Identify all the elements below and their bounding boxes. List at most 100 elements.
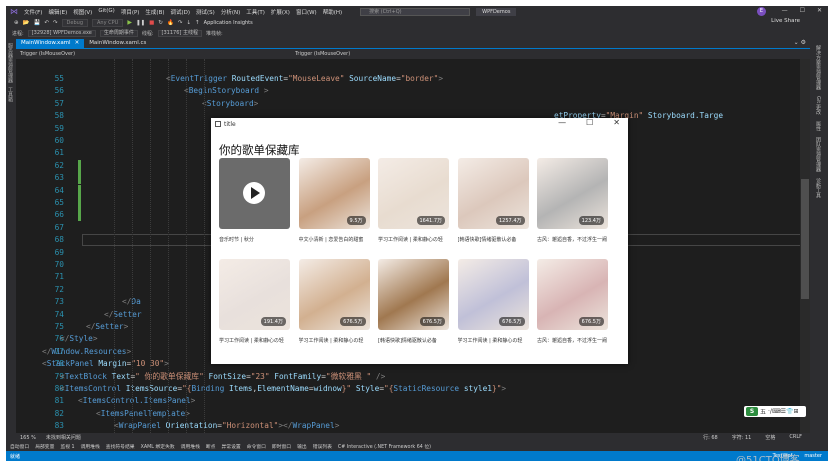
menu-item[interactable]: 帮助(H) [323,8,342,16]
properties-tab[interactable]: 属性 [815,121,822,131]
continue-icon[interactable]: ▶ [127,19,132,26]
branch-name[interactable]: master [804,453,822,459]
lifecycle-events-select[interactable]: 生命周期事件 [99,29,138,37]
maximize-icon[interactable]: ☐ [586,118,593,127]
playlist-cover[interactable]: 9.5万 [298,158,370,229]
playlist-cover[interactable]: 123.4万 [537,158,608,229]
bottom-tab[interactable]: 自动窗口 [10,443,29,450]
toolbox-tab[interactable]: 工具箱 [7,87,14,102]
ime-mode[interactable]: 五 [760,407,766,416]
scrollbar-thumb[interactable] [801,179,809,299]
save-icon[interactable]: 💾 [33,20,40,26]
live-share-button[interactable]: Live Share [771,18,800,24]
vertical-scrollbar[interactable] [800,59,810,433]
menu-item[interactable]: 扩展(X) [271,8,290,16]
zoom-level[interactable]: 165 % [20,435,36,441]
playlist-cover[interactable]: 1257.4万 [457,158,529,229]
bottom-tab[interactable]: 断点 [206,443,216,450]
server-explorer-tab[interactable]: 服务器资源管理器 [7,43,14,83]
config-select[interactable]: Debug [61,18,88,27]
hot-reload-icon[interactable]: 🔥 [167,20,174,26]
playlist-card[interactable]: 676.5万 [韩语快歌]情绪驱散认必备 [378,259,449,344]
step-over-icon[interactable]: ↷ [178,20,183,26]
menu-item[interactable]: 文件(F) [24,8,42,16]
git-changes-tab[interactable]: Git 更改 [815,96,822,115]
playlist-card[interactable]: 191.4万 学习工作阅读 | 柔和静心の轻 [219,259,290,344]
ime-tools[interactable]: ·/⌨☰👕⊞ [768,408,798,415]
solution-explorer-tab[interactable]: 解决方案资源管理器 [815,45,822,90]
stop-icon[interactable]: ■ [149,20,154,26]
menu-item[interactable]: 调试(D) [171,8,191,16]
playlist-card[interactable]: 676.5万 学习工作阅读 | 柔和静心の轻 [298,259,370,344]
tab-mainwindow-xaml-cs[interactable]: MainWindow.xaml.cs [84,39,151,48]
step-into-icon[interactable]: ↓ [186,20,191,26]
maximize-icon[interactable]: ☐ [800,7,805,14]
playlist-card[interactable]: 676.5万 学习工作阅读 | 柔和静心の轻 [457,259,529,344]
platform-select[interactable]: Any CPU [92,18,124,27]
menu-item[interactable]: 分析(N) [221,8,240,16]
thread-select[interactable]: [31176] 主线程 [157,29,202,37]
undo-icon[interactable]: ↶ [44,20,49,26]
menu-item[interactable]: Git(G) [98,8,115,16]
playlist-card[interactable]: 1641.7万 学习工作阅读 | 柔和静心の轻 [378,158,449,243]
playlist-card[interactable]: 音乐时节 | 秋分 [219,158,290,243]
avatar[interactable]: E [757,7,766,16]
playlist-cover[interactable]: 676.5万 [537,259,608,330]
menu-item[interactable]: 测试(S) [196,8,215,16]
bottom-tab[interactable]: XAML 绑定失败 [141,443,175,450]
menu-item[interactable]: 视图(V) [73,8,92,16]
bottom-tab[interactable]: 命令窗口 [247,443,266,450]
playlist-card[interactable]: 123.4万 古风：邂逅自香，不过浮生一阙 [537,158,608,243]
nav-scope-right[interactable]: Trigger (IsMouseOver) [295,51,350,57]
playlist-cover[interactable]: 676.5万 [298,259,370,330]
bottom-tab[interactable]: 输出 [297,443,307,450]
play-icon[interactable] [243,182,265,204]
playlist-cover[interactable]: 676.5万 [378,259,449,330]
visual-studio-logo-icon: ⋈ [10,6,18,16]
menu-item[interactable]: 工具(T) [246,8,265,16]
application-insights-button[interactable]: Application Insights [204,20,253,26]
bottom-tab[interactable]: 监视 1 [60,443,74,450]
bottom-tab[interactable]: 查找符号结果 [106,443,135,450]
nav-scope-left[interactable]: Trigger (IsMouseOver) [20,51,75,57]
playlist-cover[interactable]: 676.5万 [457,259,529,330]
diagnostic-tools-tab[interactable]: 诊断工具 [815,178,822,198]
bottom-tab[interactable]: 错误列表 [313,443,332,450]
new-project-icon[interactable]: ⊕ [14,20,19,26]
bottom-tab[interactable]: C# Interactive (.NET Framework 64 位) [338,443,431,450]
bottom-tab[interactable]: 调用堆栈 [181,443,200,450]
restart-icon[interactable]: ↻ [158,20,163,26]
menu-item[interactable]: 窗口(W) [296,8,317,16]
issues-indicator[interactable]: 未找到相关问题 [46,434,81,441]
playlist-card[interactable]: 1257.4万 [韩语快歌]情绪驱散认必备 [457,158,529,243]
bottom-tab[interactable]: 即时窗口 [272,443,291,450]
tab-mainwindow-xaml[interactable]: MainWindow.xaml ✕ [16,39,85,48]
ime-toolbar[interactable]: S 五 ·/⌨☰👕⊞ [744,406,806,417]
bottom-tab[interactable]: 局部变量 [35,443,54,450]
team-explorer-tab[interactable]: 团队资源管理器 [815,137,822,172]
close-icon[interactable]: ✕ [817,7,822,14]
redo-icon[interactable]: ↷ [53,20,58,26]
playlist-cover[interactable]: 191.4万 [219,259,290,330]
bottom-tab[interactable]: 异常设置 [221,443,240,450]
line-ending[interactable]: CRLF [789,434,802,441]
minimize-icon[interactable]: — [558,118,566,127]
menu-item[interactable]: 生成(B) [145,8,164,16]
menu-item[interactable]: 编辑(E) [48,8,67,16]
bottom-tab[interactable]: 调用堆栈 [81,443,100,450]
pause-icon[interactable]: ❚❚ [136,20,145,26]
playlist-cover[interactable]: 1641.7万 [378,158,449,229]
minimize-icon[interactable]: — [782,7,788,14]
process-select[interactable]: [32928] WPFDemos.exe [27,29,96,37]
play-count-badge: 9.5万 [346,216,366,225]
playlist-card[interactable]: 9.5万 中文小清新 | 恋爱告白的甜蜜 [298,158,370,243]
tab-overflow-icon[interactable]: ⌄ ⚙ [794,39,806,46]
search-input[interactable]: 搜索 (Ctrl+Q) [360,7,471,16]
playlist-card[interactable]: 676.5万 古风：邂逅自香，不过浮生一阙 [537,259,608,344]
step-out-icon[interactable]: ↑ [195,20,200,26]
playlist-cover[interactable] [219,158,290,229]
close-icon[interactable]: ✕ [613,118,620,127]
open-icon[interactable]: 📂 [23,20,30,26]
menu-item[interactable]: 项目(P) [121,8,140,16]
close-icon[interactable]: ✕ [75,40,80,46]
